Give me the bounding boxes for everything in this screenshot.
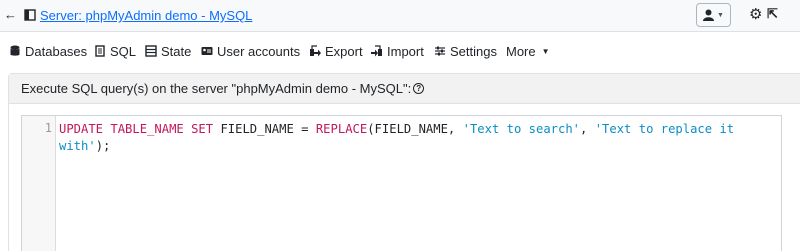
tab-more[interactable]: More ▼ [506, 40, 550, 62]
database-icon [10, 45, 20, 56]
tab-databases[interactable]: Databases [9, 40, 87, 62]
caret-down-icon: ▼ [541, 46, 550, 56]
plain-token: (FIELD_NAME, [367, 122, 463, 136]
tab-sql-label: SQL [110, 43, 137, 59]
user-menu-button[interactable]: ▼ [696, 3, 731, 27]
tab-databases-label: Databases [25, 43, 88, 59]
import-icon [371, 45, 382, 57]
tab-user-accounts[interactable]: User accounts [201, 40, 300, 62]
plain-token: FIELD_NAME = [213, 122, 316, 136]
keyword-token: TABLE_NAME [110, 122, 184, 136]
top-breadcrumb-bar: ← Server: phpMyAdmin demo - MySQL ▼ ⚙ ⇱ [0, 0, 800, 32]
gear-icon[interactable]: ⚙ [749, 7, 762, 23]
keyword-token: REPLACE [315, 122, 368, 136]
users-icon [201, 47, 213, 55]
export-icon [310, 45, 321, 57]
plain-token: ); [95, 139, 111, 153]
collapse-top-icon[interactable]: ⇱ [767, 6, 778, 22]
server-icon [24, 9, 36, 21]
caret-down-icon: ▼ [717, 11, 724, 19]
tab-sql[interactable]: SQL [94, 40, 136, 62]
tab-state-label: State [161, 43, 192, 59]
tab-user-accounts-label: User accounts [217, 43, 301, 59]
tab-settings-label: Settings [450, 43, 497, 59]
status-icon [145, 45, 157, 57]
user-icon [703, 9, 715, 21]
sql-code[interactable]: UPDATE TABLE_NAME SET FIELD_NAME = REPLA… [59, 121, 739, 155]
plain-token: , [580, 122, 595, 136]
tab-settings[interactable]: Settings [434, 40, 497, 62]
keyword-token: UPDATE [59, 122, 104, 136]
editor-gutter: 1 [22, 116, 56, 251]
string-token: 'Text to search' [462, 122, 581, 136]
panel-title: Execute SQL query(s) on the server "phpM… [21, 81, 412, 96]
tab-state[interactable]: State [145, 40, 191, 62]
help-icon[interactable]: ? [413, 83, 425, 94]
tab-export[interactable]: Export [309, 40, 363, 62]
tab-import-label: Import [387, 43, 424, 59]
line-number: 1 [44, 121, 52, 135]
tab-more-label: More [506, 43, 536, 59]
tab-export-label: Export [325, 43, 363, 59]
back-arrow-icon[interactable]: ← [4, 8, 18, 22]
keyword-token: SET [191, 122, 214, 136]
server-breadcrumb-link[interactable]: Server: phpMyAdmin demo - MySQL [40, 8, 252, 23]
panel-header: Execute SQL query(s) on the server "phpM… [9, 74, 800, 104]
settings-icon [435, 46, 445, 56]
sql-icon [95, 45, 105, 57]
main-navigation: Databases SQL State User accounts Export… [0, 40, 800, 62]
tab-import[interactable]: Import [371, 40, 424, 62]
sql-editor[interactable]: 1 UPDATE TABLE_NAME SET FIELD_NAME = REP… [21, 115, 782, 251]
